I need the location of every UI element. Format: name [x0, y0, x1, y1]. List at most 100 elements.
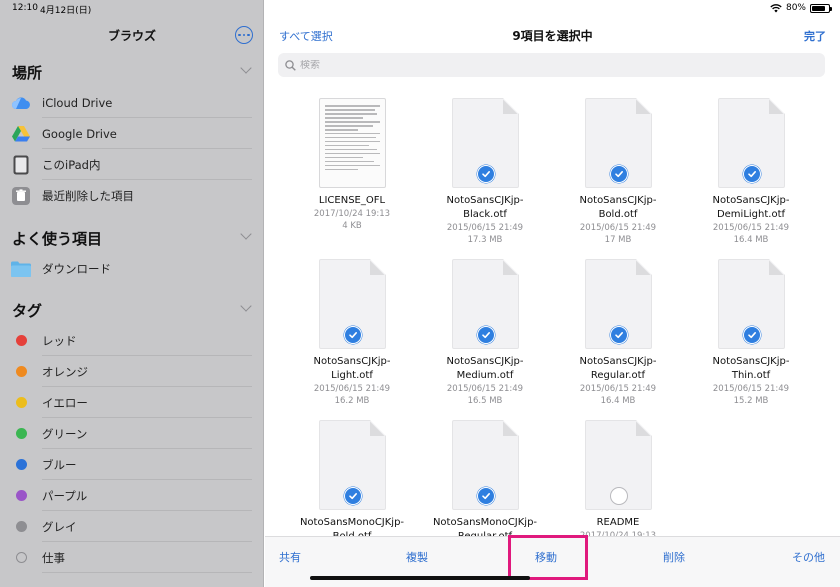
folder-icon [11, 259, 31, 279]
sidebar-item-icloud-drive[interactable]: iCloud Drive [0, 87, 264, 118]
file-item[interactable]: NotoSansCJKjp- Medium.otf 2015/06/15 21:4… [418, 259, 552, 407]
file-thumbnail [584, 259, 652, 349]
sidebar-item-google-drive[interactable]: Google Drive [0, 118, 264, 149]
file-size: 16.4 MB [600, 396, 636, 406]
checkmark-selected-icon[interactable] [343, 326, 362, 344]
file-name: NotoSansCJKjp- Light.otf [313, 356, 391, 381]
empty-tag-icon [16, 552, 27, 563]
red-dot-icon [16, 335, 27, 346]
sidebar-item-label: iCloud Drive [42, 95, 113, 110]
sidebar-item-tag-yellow[interactable]: イエロー [0, 387, 264, 418]
sidebar-item-downloads[interactable]: ダウンロード [0, 253, 264, 284]
duplicate-button[interactable]: 複製 [406, 549, 428, 565]
file-thumbnail [451, 98, 519, 188]
file-item[interactable]: LICENSE_OFL 2017/10/24 19:13 4 KB [285, 98, 419, 232]
file-item[interactable]: NotoSansCJKjp- Light.otf 2015/06/15 21:49… [285, 259, 419, 407]
sidebar-item-label: レッド [42, 333, 77, 348]
file-date: 2015/06/15 21:49 [579, 223, 657, 233]
sidebar-item-recently-deleted[interactable]: 最近削除した項目 [0, 180, 264, 211]
file-item[interactable]: NotoSansCJKjp- Thin.otf 2015/06/15 21:49 1… [684, 259, 818, 407]
file-item[interactable]: NotoSansCJKjp- Regular.otf 2015/06/15 21:… [551, 259, 685, 407]
sidebar-item-label: グレイ [42, 519, 77, 534]
done-button[interactable]: 完了 [804, 28, 826, 44]
file-name: README [596, 517, 640, 528]
favorites-header[interactable]: よく使う項目 [12, 228, 102, 249]
trash-icon [11, 186, 31, 206]
page-title: 9項目を選択中 [512, 29, 593, 43]
sidebar-item-tag-gray[interactable]: グレイ [0, 511, 264, 542]
search-icon [285, 59, 296, 71]
sidebar-item-on-my-ipad[interactable]: このiPad内 [0, 149, 264, 180]
yellow-dot-icon [16, 397, 27, 408]
green-dot-icon [16, 428, 27, 439]
checkmark-selected-icon[interactable] [742, 165, 761, 183]
file-date: 2015/06/15 21:49 [712, 384, 790, 394]
selection-circle-icon[interactable] [609, 487, 628, 505]
locations-header[interactable]: 場所 [12, 62, 42, 83]
sidebar-item-tag-purple[interactable]: パープル [0, 480, 264, 511]
file-item[interactable]: NotoSansCJKjp- DemiLight.otf 2015/06/15 2… [684, 98, 818, 246]
checkmark-selected-icon[interactable] [476, 487, 495, 505]
file-size: 16.5 MB [467, 396, 503, 406]
file-thumbnail [717, 259, 785, 349]
move-highlight-box [508, 535, 588, 580]
file-date: 2015/06/15 21:49 [579, 384, 657, 394]
chevron-down-icon[interactable] [240, 62, 252, 74]
more-options-button[interactable] [235, 26, 253, 44]
file-size: 17.3 MB [467, 235, 503, 245]
sidebar-item-tag-work[interactable]: 仕事 [0, 542, 264, 573]
file-thumbnail [717, 98, 785, 188]
file-item[interactable]: NotoSansCJKjp- Bold.otf 2015/06/15 21:49 1… [551, 98, 685, 246]
checkmark-selected-icon[interactable] [476, 326, 495, 344]
wifi-icon [770, 3, 782, 12]
chevron-down-icon[interactable] [240, 228, 252, 240]
file-name: LICENSE_OFL [318, 195, 386, 206]
search-bar[interactable] [278, 53, 825, 77]
file-date: 2017/10/24 19:13 [313, 209, 391, 219]
battery-percent: 80% [785, 3, 806, 13]
file-item[interactable]: NotoSansMonoCJKjp- Regular.otf [418, 420, 552, 536]
file-item[interactable]: NotoSansCJKjp- Black.otf 2015/06/15 21:49… [418, 98, 552, 246]
delete-button[interactable]: 削除 [663, 549, 685, 565]
tags-header[interactable]: タグ [12, 300, 42, 321]
search-input[interactable] [300, 59, 800, 71]
sidebar-item-tag-blue[interactable]: ブルー [0, 449, 264, 480]
file-size: 4 KB [342, 221, 362, 231]
main-pane: すべて選択 9項目を選択中 完了 LICENSE_OFL2017/10/24 1… [265, 0, 840, 587]
file-grid: LICENSE_OFL 2017/10/24 19:13 4 KB NotoSansC… [265, 96, 840, 536]
file-name: NotoSansCJKjp- Black.otf [446, 195, 524, 220]
battery-icon [810, 3, 832, 13]
file-thumbnail [318, 420, 386, 510]
sidebar-item-label: 最近削除した項目 [42, 188, 134, 203]
checkmark-selected-icon[interactable] [742, 326, 761, 344]
file-date: 2015/06/15 21:49 [712, 223, 790, 233]
sidebar-item-tag-orange[interactable]: オレンジ [0, 356, 264, 387]
file-item[interactable]: NotoSansMonoCJKjp- Bold.otf [285, 420, 419, 536]
orange-dot-icon [16, 366, 27, 377]
chevron-down-icon[interactable] [240, 300, 252, 312]
sidebar-item-label: Google Drive [42, 126, 117, 141]
checkmark-selected-icon[interactable] [476, 165, 495, 183]
sidebar-item-label: グリーン [42, 426, 88, 441]
sidebar-item-label: オレンジ [42, 364, 88, 379]
file-size: 16.2 MB [334, 396, 370, 406]
file-thumbnail [451, 259, 519, 349]
icloud-icon [11, 93, 31, 113]
file-name: NotoSansCJKjp- Regular.otf [579, 356, 657, 381]
blue-dot-icon [16, 459, 27, 470]
checkmark-selected-icon[interactable] [609, 326, 628, 344]
checkmark-selected-icon[interactable] [609, 165, 628, 183]
share-button[interactable]: 共有 [279, 549, 301, 565]
file-date: 2015/06/15 21:49 [313, 384, 391, 394]
other-button[interactable]: その他 [792, 549, 825, 565]
status-time: 12:10 [12, 3, 38, 13]
checkmark-selected-icon[interactable] [343, 487, 362, 505]
sidebar-item-label: イエロー [42, 395, 88, 410]
file-item[interactable]: README 2017/10/24 19:13 [551, 420, 685, 536]
file-name: NotoSansCJKjp- DemiLight.otf [712, 195, 790, 220]
file-thumbnail [584, 98, 652, 188]
home-indicator [310, 576, 530, 580]
sidebar: ブラウズ 場所 iCloud Drive Google Drive このiPad… [0, 0, 264, 587]
sidebar-item-tag-red[interactable]: レッド [0, 325, 264, 356]
sidebar-item-tag-green[interactable]: グリーン [0, 418, 264, 449]
